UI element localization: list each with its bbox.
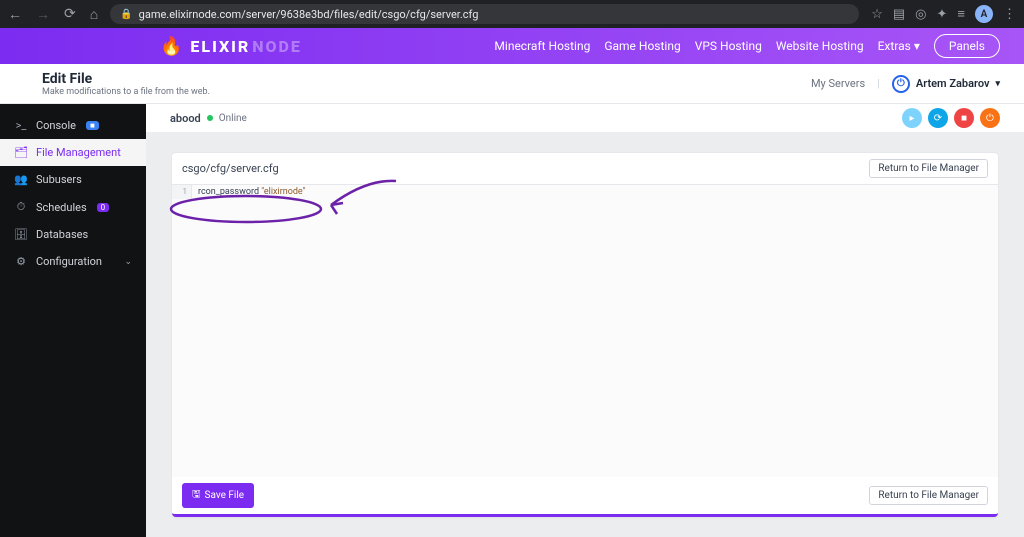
ext1-icon[interactable]: ▤ (893, 7, 905, 22)
server-status: Online (219, 113, 247, 124)
profile-avatar[interactable]: A (975, 5, 993, 23)
server-bar: abood Online ▸ ⟳ ■ ⏻ (146, 104, 1024, 132)
sidebar-item-schedules[interactable]: ⏱ Schedules 0 (0, 193, 146, 221)
panels-button[interactable]: Panels (934, 34, 1000, 58)
file-path: csgo/cfg/server.cfg (182, 162, 279, 175)
brand-main: ELIXIR (190, 37, 250, 56)
return-button-bottom[interactable]: Return to File Manager (869, 486, 988, 505)
editor-card: csgo/cfg/server.cfg Return to File Manag… (172, 152, 998, 517)
users-icon: 👥 (14, 173, 28, 186)
reload-icon[interactable]: ⟳ (64, 6, 76, 22)
sidebar-item-subusers[interactable]: 👥 Subusers (0, 166, 146, 193)
topnav-links: Minecraft Hosting Game Hosting VPS Hosti… (494, 34, 1000, 58)
clock-icon: ⏱ (14, 200, 28, 214)
my-servers-link[interactable]: My Servers (811, 77, 865, 90)
lock-icon: 🔒 (120, 9, 132, 20)
code-line-1: rcon_password "elixirnode" (192, 185, 306, 199)
sidebar-label: Console (36, 119, 76, 132)
url-text: game.elixirnode.com/server/9638e3bd/file… (139, 8, 479, 21)
brand-accent: NODE (252, 37, 302, 56)
page-title: Edit File (42, 71, 210, 87)
browser-nav: ← → ⟳ ⌂ (8, 6, 98, 23)
forward-icon[interactable]: → (36, 6, 50, 23)
action-restart-button[interactable]: ⟳ (928, 108, 948, 128)
address-bar[interactable]: 🔒 game.elixirnode.com/server/9638e3bd/fi… (110, 4, 859, 24)
nav-game[interactable]: Game Hosting (604, 39, 680, 53)
extensions-icon[interactable]: ✦ (937, 7, 948, 22)
schedules-badge: 0 (97, 203, 110, 212)
gear-icon: ⚙ (14, 255, 28, 268)
nav-extras[interactable]: Extras ▾ (878, 39, 920, 53)
chevron-down-icon: ▾ (995, 79, 1000, 89)
folder-icon: 🗂 (14, 146, 28, 159)
browser-actions: ☆ ▤ ◎ ✦ ≡ A ⋮ (871, 5, 1016, 23)
menu-icon[interactable]: ⋮ (1003, 7, 1016, 22)
chevron-down-icon: ▾ (914, 39, 920, 53)
user-name: Artem Zabarov (916, 77, 990, 90)
return-button-top[interactable]: Return to File Manager (869, 159, 988, 178)
browser-chrome: ← → ⟳ ⌂ 🔒 game.elixirnode.com/server/963… (0, 0, 1024, 28)
terminal-icon: >_ (14, 119, 28, 132)
chevron-down-icon: ⌄ (124, 257, 132, 267)
user-menu[interactable]: ⏻ Artem Zabarov ▾ (892, 75, 1000, 93)
save-icon: 🖫 (192, 487, 201, 504)
home-icon[interactable]: ⌂ (90, 6, 98, 23)
status-dot-icon (207, 115, 213, 121)
sidebar: >_ Console ■ 🗂 File Management 👥 Subuser… (0, 104, 146, 537)
sidebar-item-console[interactable]: >_ Console ■ (0, 112, 146, 139)
save-button[interactable]: 🖫 Save File (182, 483, 254, 508)
nav-vps[interactable]: VPS Hosting (695, 39, 762, 53)
sidebar-item-configuration[interactable]: ⚙ Configuration ⌄ (0, 248, 146, 275)
line-number: 1 (172, 185, 192, 199)
nav-website[interactable]: Website Hosting (776, 39, 864, 53)
top-navigation: 🔥 ELIXIRNODE Minecraft Hosting Game Host… (0, 28, 1024, 64)
server-name: abood (170, 112, 201, 125)
console-badge: ■ (86, 121, 99, 130)
ext2-icon[interactable]: ◎ (915, 7, 926, 22)
sidebar-label: Databases (36, 228, 88, 241)
nav-minecraft[interactable]: Minecraft Hosting (494, 39, 590, 53)
flame-icon: 🔥 (160, 36, 184, 57)
action-start-button[interactable]: ▸ (902, 108, 922, 128)
sidebar-item-databases[interactable]: 🗄 Databases (0, 221, 146, 248)
brand-logo[interactable]: 🔥 ELIXIRNODE (160, 36, 302, 57)
sidebar-label: Configuration (36, 255, 102, 268)
sidebar-label: File Management (36, 146, 121, 159)
action-kill-button[interactable]: ⏻ (980, 108, 1000, 128)
sidebar-label: Subusers (36, 173, 82, 186)
main-content: abood Online ▸ ⟳ ■ ⏻ csgo/cfg/server.cfg… (146, 104, 1024, 537)
database-icon: 🗄 (14, 228, 28, 241)
action-stop-button[interactable]: ■ (954, 108, 974, 128)
power-icon: ⏻ (892, 75, 910, 93)
star-icon[interactable]: ☆ (871, 7, 883, 22)
code-editor[interactable]: 1 rcon_password "elixirnode" (172, 185, 998, 477)
back-icon[interactable]: ← (8, 6, 22, 23)
page-subtitle: Make modifications to a file from the we… (42, 87, 210, 97)
sidebar-label: Schedules (36, 201, 87, 214)
sidebar-item-files[interactable]: 🗂 File Management (0, 139, 146, 166)
page-header: Edit File Make modifications to a file f… (0, 64, 1024, 104)
save-label: Save File (205, 490, 245, 501)
apps-icon[interactable]: ≡ (957, 6, 965, 22)
